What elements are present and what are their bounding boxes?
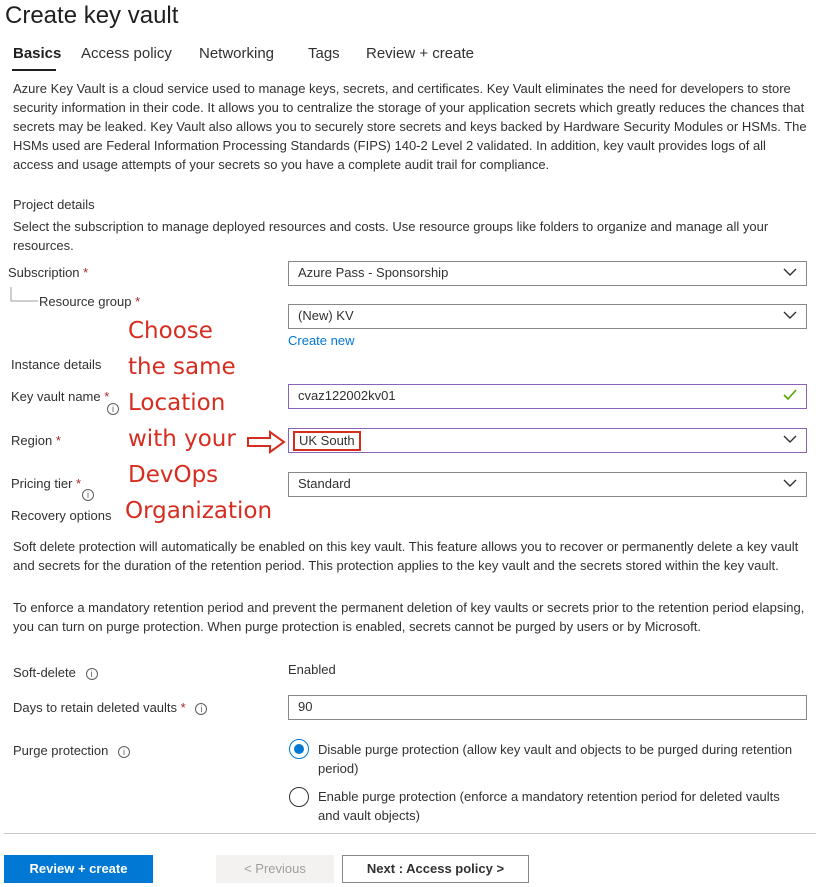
soft-delete-label: Soft-delete i (13, 665, 98, 680)
tab-tags[interactable]: Tags (308, 45, 340, 62)
key-vault-name-value: cvaz122002kv01 (298, 388, 396, 403)
annotation-line-1: Choose (128, 318, 213, 344)
subscription-value: Azure Pass - Sponsorship (298, 265, 449, 280)
key-vault-name-info-icon[interactable]: i (107, 403, 119, 415)
annotation-line-2: the same (128, 354, 236, 380)
resource-group-select[interactable]: (New) KV (288, 304, 807, 329)
resource-group-label: Resource group * (39, 294, 141, 309)
region-select[interactable]: UK South (288, 428, 807, 453)
pricing-tier-value: Standard (298, 476, 351, 491)
resource-group-value: (New) KV (298, 308, 354, 323)
active-tab-indicator (12, 69, 56, 71)
tree-connector (10, 287, 38, 302)
soft-delete-value: Enabled (288, 662, 336, 677)
checkmark-icon (783, 389, 797, 401)
purge-protection-info-icon[interactable]: i (118, 745, 131, 758)
disable-purge-label[interactable]: Disable purge protection (allow key vaul… (318, 740, 798, 778)
subscription-select[interactable]: Azure Pass - Sponsorship (288, 261, 807, 286)
review-create-button[interactable]: Review + create (4, 855, 153, 883)
region-value: UK South (293, 431, 361, 451)
pricing-tier-label: Pricing tier * (11, 476, 82, 491)
next-access-policy-button[interactable]: Next : Access policy > (342, 855, 529, 883)
days-retain-info-icon[interactable]: i (195, 702, 208, 715)
recovery-description-1: Soft delete protection will automaticall… (13, 539, 799, 573)
soft-delete-info-icon[interactable]: i (85, 667, 98, 680)
tab-basics[interactable]: Basics (13, 45, 61, 62)
annotation-line-3: Location (128, 390, 226, 416)
annotation-arrow-icon (247, 430, 286, 454)
recovery-options-heading: Recovery options (11, 508, 112, 523)
region-label: Region * (11, 433, 61, 448)
tab-access-policy[interactable]: Access policy (81, 45, 172, 62)
project-details-heading: Project details (13, 197, 95, 212)
page-title: Create key vault (5, 2, 179, 29)
annotation-line-4: with your (128, 426, 236, 452)
subscription-label: Subscription * (8, 265, 89, 280)
footer-divider (4, 833, 816, 834)
key-vault-name-input[interactable]: cvaz122002kv01 (288, 384, 807, 409)
project-details-description: Select the subscription to manage deploy… (13, 219, 769, 253)
days-retain-value: 90 (298, 699, 313, 714)
previous-button[interactable]: < Previous (216, 855, 334, 883)
chevron-down-icon (783, 311, 797, 319)
pricing-tier-info-icon[interactable]: i (82, 489, 94, 501)
days-retain-input[interactable]: 90 (288, 695, 807, 720)
chevron-down-icon (783, 479, 797, 487)
disable-purge-radio[interactable] (289, 739, 309, 759)
tab-networking[interactable]: Networking (199, 45, 274, 62)
chevron-down-icon (783, 268, 797, 276)
purge-protection-label: Purge protection i (13, 743, 131, 758)
tab-review-create[interactable]: Review + create (366, 45, 474, 62)
annotation-line-6: Organization (125, 498, 273, 524)
enable-purge-label[interactable]: Enable purge protection (enforce a manda… (318, 787, 798, 825)
key-vault-name-label: Key vault name * (11, 389, 110, 404)
recovery-description-2: To enforce a mandatory retention period … (13, 600, 805, 634)
intro-text: Azure Key Vault is a cloud service used … (13, 81, 807, 172)
create-new-link[interactable]: Create new (288, 333, 354, 348)
enable-purge-radio[interactable] (289, 787, 309, 807)
instance-details-heading: Instance details (11, 357, 102, 372)
days-retain-label: Days to retain deleted vaults * i (13, 700, 208, 715)
chevron-down-icon (783, 435, 797, 443)
annotation-line-5: DevOps (128, 462, 219, 488)
pricing-tier-select[interactable]: Standard (288, 472, 807, 497)
